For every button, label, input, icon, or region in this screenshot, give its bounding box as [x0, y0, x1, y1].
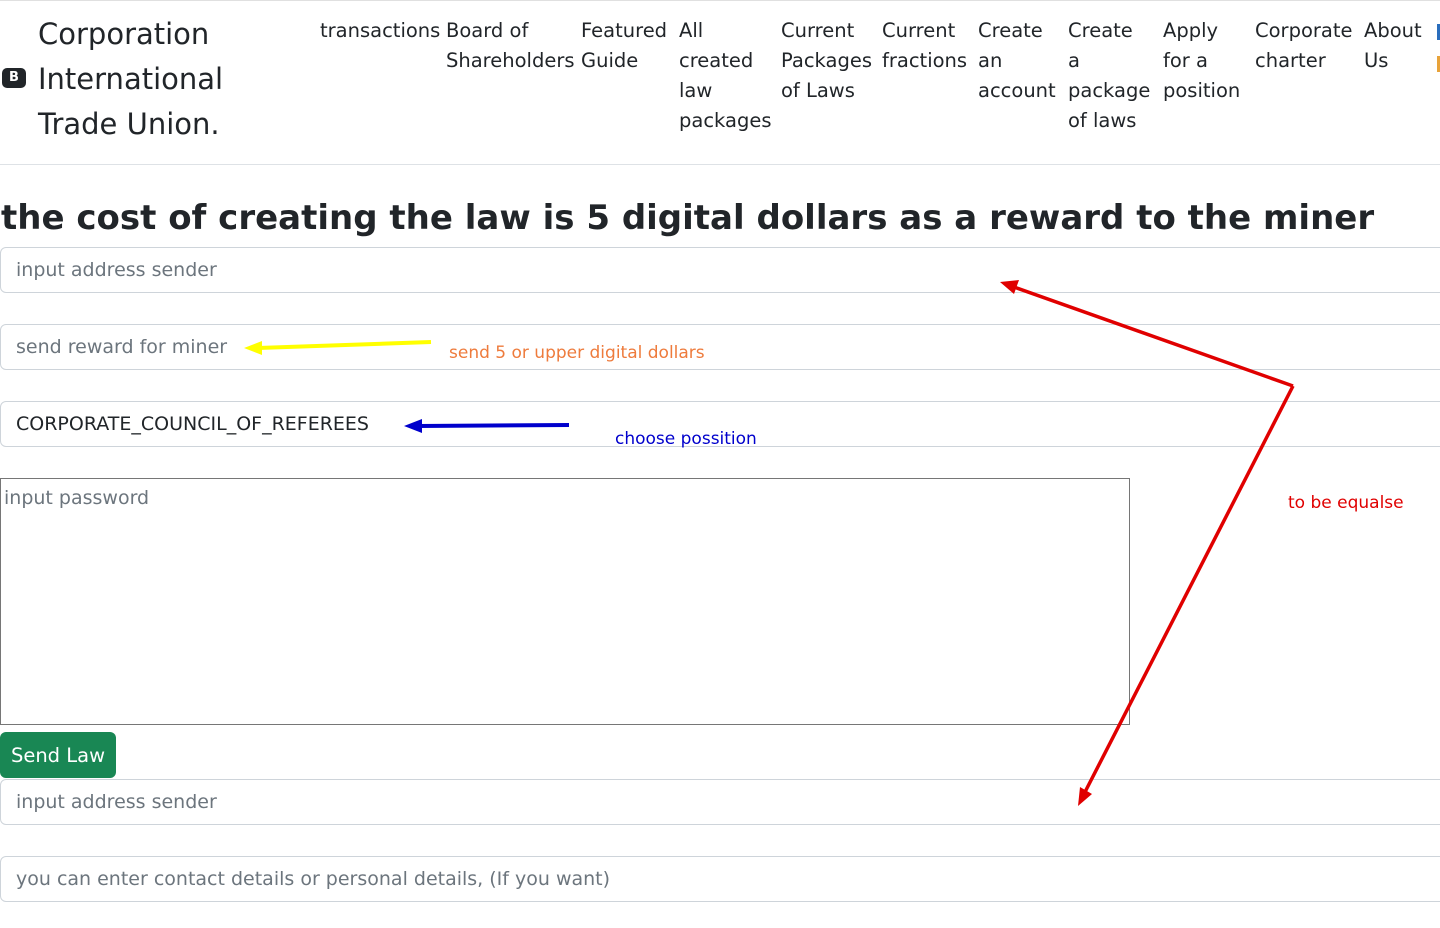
position-annotation: choose possition — [615, 429, 757, 449]
nav-link-current-fractions[interactable]: Current fractions — [882, 16, 967, 76]
nav-link-board-of-shareholders[interactable]: Board of Shareholders — [446, 16, 575, 76]
sender-address-confirm-input[interactable] — [0, 779, 1440, 825]
nav-link-transactions[interactable]: transactions — [320, 16, 440, 46]
nav-link-current-packages-of-laws[interactable]: Current Packages of Laws — [781, 16, 872, 106]
nav-link-create-an-account[interactable]: Create an account — [978, 16, 1056, 106]
nav-link-about-us[interactable]: About Us — [1364, 16, 1430, 76]
nav-link-corporate-charter[interactable]: Corporate charter — [1255, 16, 1352, 76]
miner-reward-input[interactable] — [0, 324, 1440, 370]
password-textarea[interactable] — [0, 478, 1130, 725]
page-heading: the cost of creating the law is 5 digita… — [1, 198, 1375, 238]
send-law-button[interactable]: Send Law — [0, 732, 116, 778]
navbar: B Corporation International Trade Union.… — [0, 4, 1440, 165]
nav-link-apply-for-a-position[interactable]: Apply for a position — [1163, 16, 1243, 106]
brand-name[interactable]: Corporation International Trade Union. — [38, 12, 308, 147]
equal-annotation: to be equalse — [1288, 493, 1404, 513]
nav-link-featured-guide[interactable]: Featured Guide — [581, 16, 667, 76]
sender-address-input[interactable] — [0, 247, 1440, 293]
bootstrap-logo-icon: B — [2, 68, 26, 88]
nav-link-all-created-law-packages[interactable]: All created law packages — [679, 16, 771, 136]
contact-details-input[interactable] — [0, 856, 1440, 902]
reward-annotation: send 5 or upper digital dollars — [449, 343, 705, 363]
nav-link-create-a-package-of-laws[interactable]: Create a package of laws — [1068, 16, 1150, 136]
